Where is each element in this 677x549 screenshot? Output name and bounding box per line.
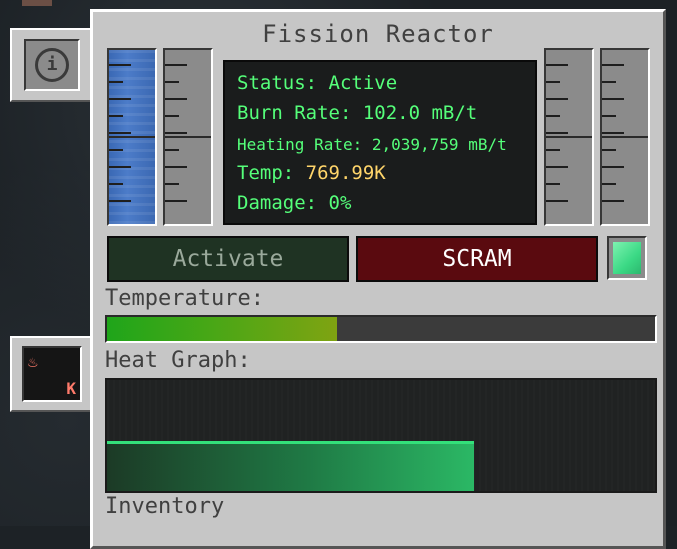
gauge-tick [546,81,560,83]
gauge-tick [165,81,179,83]
gauge-tick [546,200,568,202]
gauge-tick [602,183,616,185]
logic-indicator[interactable] [607,236,647,280]
gauge-tick [165,183,179,185]
gauge-tick [109,166,131,168]
gauge-tick [602,149,616,151]
heat-graph-fill [107,441,475,491]
window-title: Fission Reactor [262,20,494,48]
status-panel: Status: Active Burn Rate: 102.0 mB/t Hea… [223,60,537,225]
gauge-tick [546,132,568,134]
gauge-tick [546,115,560,117]
info-button[interactable]: i [24,39,80,91]
gauge-tick [602,98,624,100]
gauge-tick [602,115,616,117]
gauge-tick [165,166,187,168]
gauge-divider [602,136,648,138]
gauge-tick [602,200,624,202]
temperature-bar-fill [107,317,338,341]
info-tab[interactable]: i [10,28,92,102]
fuel-gauge[interactable] [163,48,213,226]
fission-reactor-window: Fission Reactor Status: Active Burn Rate… [90,9,666,549]
temperature-unit-button[interactable]: ♨ K [22,346,82,402]
heating-rate-line: Heating Rate: 2,039,759 mB/t [237,135,507,154]
gauge-divider [546,136,592,138]
activate-button[interactable]: Activate [107,236,349,282]
gauge-divider [165,136,211,138]
gauge-tick [165,132,187,134]
temperature-unit-label: K [66,379,76,398]
gauge-tick [546,183,560,185]
temp-value: 769.99K [305,162,386,184]
gauge-tick [165,200,187,202]
status-line: Status: Active [237,72,398,94]
info-icon: i [35,48,69,82]
gauge-tick [165,64,187,66]
gauge-tick [602,81,616,83]
gauge-tick [109,149,123,151]
heat-graph-line [107,441,475,445]
heat-graph [105,378,657,493]
world-block [22,0,52,6]
inventory-label: Inventory [105,494,225,519]
burn-rate-line: Burn Rate: 102.0 mB/t [237,102,478,124]
gauge-tick [109,132,131,134]
gauge-tick [109,64,131,66]
heated-coolant-gauge[interactable] [544,48,594,226]
gauge-tick [109,200,131,202]
scram-button[interactable]: SCRAM [356,236,598,282]
temperature-bar [105,315,657,343]
temp-label: Temp: [237,162,306,184]
heat-graph-label: Heat Graph: [105,348,251,373]
gauge-divider [109,136,155,138]
gauge-tick [109,183,123,185]
gauge-tick [602,64,624,66]
coolant-gauge-water[interactable] [107,48,157,226]
gauge-tick [165,98,187,100]
gauge-tick [109,98,131,100]
temp-line: Temp: 769.99K [237,162,386,184]
flame-icon: ♨ [28,352,38,371]
waste-gauge[interactable] [600,48,650,226]
damage-line: Damage: 0% [237,192,352,214]
gauge-tick [165,115,179,117]
indicator-gem-icon [613,242,641,274]
gauge-tick [109,81,123,83]
gauge-tick [546,166,568,168]
gauge-tick [602,166,624,168]
temperature-unit-tab[interactable]: ♨ K [10,336,92,412]
gauge-tick [165,149,179,151]
temperature-label: Temperature: [105,286,264,311]
gauge-tick [602,132,624,134]
gauge-tick [546,64,568,66]
gauge-tick [109,115,123,117]
gauge-tick [546,98,568,100]
gauge-tick [546,149,560,151]
